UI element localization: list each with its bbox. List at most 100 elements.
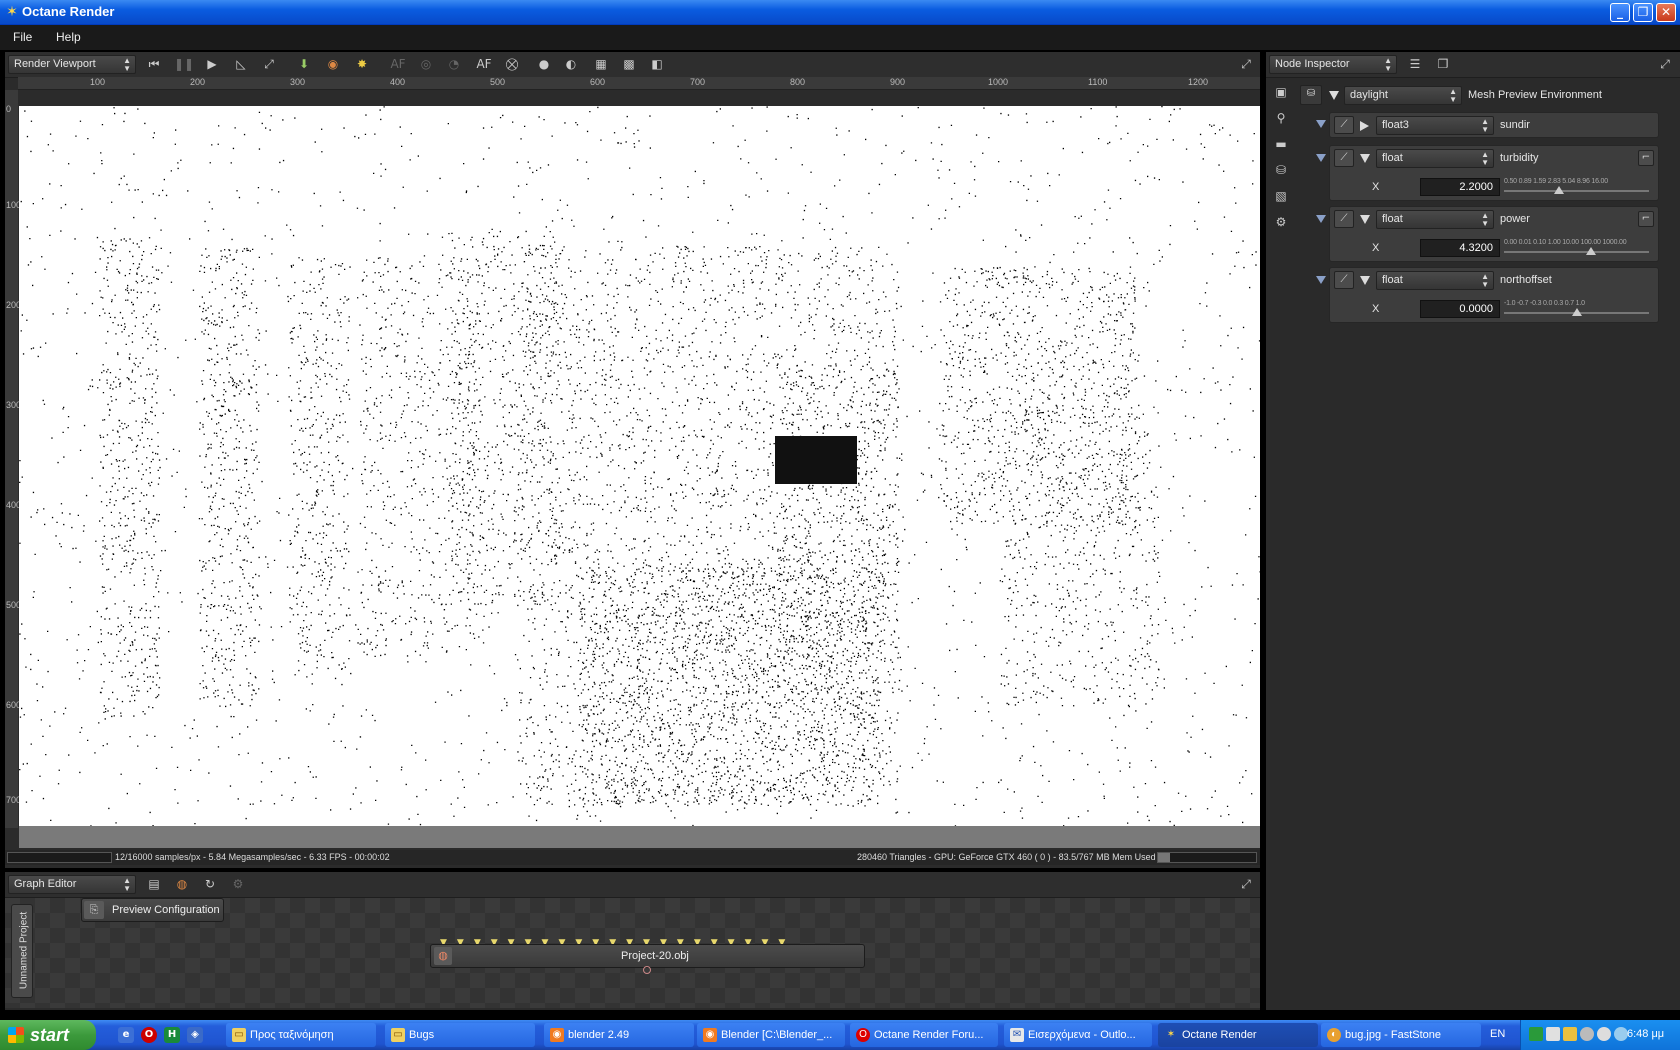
environment-icon[interactable]: ⛁ — [1272, 162, 1290, 179]
taskbar-item-label: Blender [C:\Blender_... — [721, 1029, 833, 1041]
camera-lock-icon[interactable]: ⛒ — [503, 56, 521, 73]
taskbar-item[interactable]: ◐ bug.jpg - FastStone — [1321, 1023, 1481, 1047]
taskbar-item[interactable]: ◉ blender 2.49 — [544, 1023, 694, 1047]
pause-icon[interactable]: ❚❚ — [174, 56, 194, 73]
tray-update-icon[interactable] — [1614, 1027, 1628, 1041]
opera-icon[interactable]: O — [141, 1027, 157, 1043]
node-output-pin[interactable] — [643, 966, 651, 974]
window-titlebar[interactable]: ✶ Octane Render _ ❐ ✕ — [0, 0, 1680, 25]
pick-light-icon[interactable]: ✸ — [353, 56, 371, 73]
language-indicator[interactable]: EN — [1490, 1028, 1505, 1040]
maximize-panel-icon[interactable]: ⤢ — [1237, 56, 1255, 73]
restart-icon[interactable]: ⏮ — [145, 56, 163, 73]
close-button[interactable]: ✕ — [1656, 3, 1676, 22]
taskbar-item[interactable]: O Octane Render Foru... — [850, 1023, 998, 1047]
play-icon[interactable]: ▶ — [203, 56, 221, 73]
autofocus-off-icon[interactable]: AF — [389, 56, 407, 73]
sphere-alt-icon[interactable]: ◐ — [562, 56, 580, 73]
maximize-panel-icon[interactable]: ⤢ — [1656, 56, 1674, 73]
collapse-toggle-icon[interactable] — [1360, 121, 1369, 131]
tray-folder-icon[interactable] — [1563, 1027, 1577, 1041]
param-type-selector[interactable]: float ▲ ▼ — [1376, 149, 1494, 168]
quicklaunch-icon[interactable]: ◈ — [187, 1027, 203, 1043]
start-button[interactable]: start — [0, 1020, 96, 1050]
viewport-selector[interactable]: Render Viewport ▲ ▼ — [8, 55, 136, 74]
preview-config-node[interactable]: ⎘ Preview Configuration — [81, 898, 224, 922]
graph-canvas[interactable]: Unnamed Project ⎘ Preview Configuration … — [5, 898, 1260, 1008]
inspector-selector[interactable]: Node Inspector ▲ ▼ — [1269, 55, 1397, 74]
sphere-icon[interactable]: ● — [535, 56, 553, 73]
menu-help[interactable]: Help — [56, 30, 81, 44]
param-expander-icon[interactable] — [1316, 215, 1326, 223]
curve-icon[interactable]: ⌐ — [1638, 150, 1654, 166]
expand-toggle-icon[interactable] — [1360, 276, 1370, 285]
turbidity-slider[interactable]: 0.50 0.89 1.59 2.83 5.04 8.96 16.00 — [1504, 177, 1649, 195]
slider-thumb[interactable] — [1571, 308, 1582, 316]
taskbar-item[interactable]: ◉ Blender [C:\Blender_... — [697, 1023, 845, 1047]
quicklaunch-icon[interactable]: H — [164, 1027, 180, 1043]
minimize-button[interactable]: _ — [1610, 3, 1630, 22]
clock[interactable]: 6:48 μμ — [1627, 1028, 1664, 1040]
camera-icon[interactable]: ⚲ — [1272, 110, 1290, 127]
ruler-tool-icon[interactable]: ◺ — [232, 56, 250, 73]
param-link-icon[interactable]: ⟋ — [1334, 271, 1354, 289]
param-link-icon[interactable]: ⟋ — [1334, 149, 1354, 167]
focus-picker-icon[interactable]: ◎ — [417, 56, 435, 73]
load-mesh-icon[interactable]: ◍ — [173, 876, 191, 893]
kernel-icon[interactable]: ⚙ — [1272, 214, 1290, 231]
tile-icon[interactable]: ◧ — [648, 56, 666, 73]
image-icon[interactable]: ▧ — [1272, 188, 1290, 205]
checker-icon[interactable]: ▩ — [620, 56, 638, 73]
taskbar-item[interactable]: ✉ Εισερχόμενα - Outlo... — [1004, 1023, 1152, 1047]
param-link-icon[interactable]: ⟋ — [1334, 116, 1354, 134]
param-expander-icon[interactable] — [1316, 154, 1326, 162]
param-type-selector[interactable]: float ▲ ▼ — [1376, 210, 1494, 229]
environment-node-icon[interactable]: ⛁ — [1300, 85, 1322, 105]
region-icon[interactable]: ⤢ — [260, 56, 278, 73]
quicklaunch-icon[interactable]: e — [118, 1027, 134, 1043]
slider-thumb[interactable] — [1586, 247, 1596, 255]
power-value-input[interactable] — [1420, 239, 1500, 257]
render-view[interactable] — [19, 106, 1260, 826]
power-slider[interactable]: 0.00 0.01 0.10 1.00 10.00 100.00 1000.00 — [1504, 238, 1649, 256]
collapse-icon[interactable]: ☰ — [1406, 56, 1424, 73]
film-icon[interactable]: ▬ — [1272, 136, 1290, 153]
tray-sync-icon[interactable] — [1580, 1027, 1594, 1041]
pick-material-icon[interactable]: ◉ — [324, 56, 342, 73]
tray-volume-icon[interactable] — [1597, 1027, 1611, 1041]
graph-editor-selector[interactable]: Graph Editor ▲ ▼ — [8, 875, 136, 894]
project-tab[interactable]: Unnamed Project — [11, 904, 33, 998]
render-target-icon[interactable]: ▣ — [1272, 84, 1290, 101]
expand-toggle-icon[interactable] — [1360, 215, 1370, 224]
pick-focus-icon[interactable]: ⬇ — [295, 56, 313, 73]
param-expander-icon[interactable] — [1316, 276, 1326, 284]
param-type-selector[interactable]: float ▲ ▼ — [1376, 271, 1494, 290]
curve-icon[interactable]: ⌐ — [1638, 211, 1654, 227]
menu-file[interactable]: File — [13, 30, 32, 44]
settings-icon[interactable]: ⚙ — [229, 876, 247, 893]
northoffset-slider[interactable]: -1.0 -0.7 -0.3 0.0 0.3 0.7 1.0 — [1504, 299, 1649, 317]
autofocus-icon[interactable]: AF — [475, 56, 493, 73]
save-graph-icon[interactable]: ▤ — [145, 876, 163, 893]
expand-toggle-icon[interactable] — [1329, 91, 1339, 100]
taskbar-item-active[interactable]: ✶ Octane Render — [1158, 1023, 1318, 1047]
maximize-button[interactable]: ❐ — [1633, 3, 1653, 22]
northoffset-value-input[interactable] — [1420, 300, 1500, 318]
tray-network-icon[interactable] — [1546, 1027, 1560, 1041]
copy-icon[interactable]: ❐ — [1434, 56, 1452, 73]
turbidity-value-input[interactable] — [1420, 178, 1500, 196]
reload-icon[interactable]: ↻ — [201, 876, 219, 893]
taskbar-item[interactable]: ▭ Bugs — [385, 1023, 535, 1047]
expand-toggle-icon[interactable] — [1360, 154, 1370, 163]
taskbar-item[interactable]: ▭ Προς ταξινόμηση — [226, 1023, 376, 1047]
param-type-selector[interactable]: float3 ▲ ▼ — [1376, 116, 1494, 135]
param-link-icon[interactable]: ⟋ — [1334, 210, 1354, 228]
root-type-selector[interactable]: daylight ▲ ▼ — [1344, 86, 1462, 105]
mesh-node[interactable]: ◍ Project-20.obj — [430, 944, 865, 968]
param-expander-icon[interactable] — [1316, 120, 1326, 128]
tray-app-icon[interactable] — [1529, 1027, 1543, 1041]
grid-icon[interactable]: ▦ — [592, 56, 610, 73]
maximize-panel-icon[interactable]: ⤢ — [1237, 876, 1255, 893]
slider-thumb[interactable] — [1554, 186, 1565, 194]
white-balance-icon[interactable]: ◔ — [445, 56, 463, 73]
